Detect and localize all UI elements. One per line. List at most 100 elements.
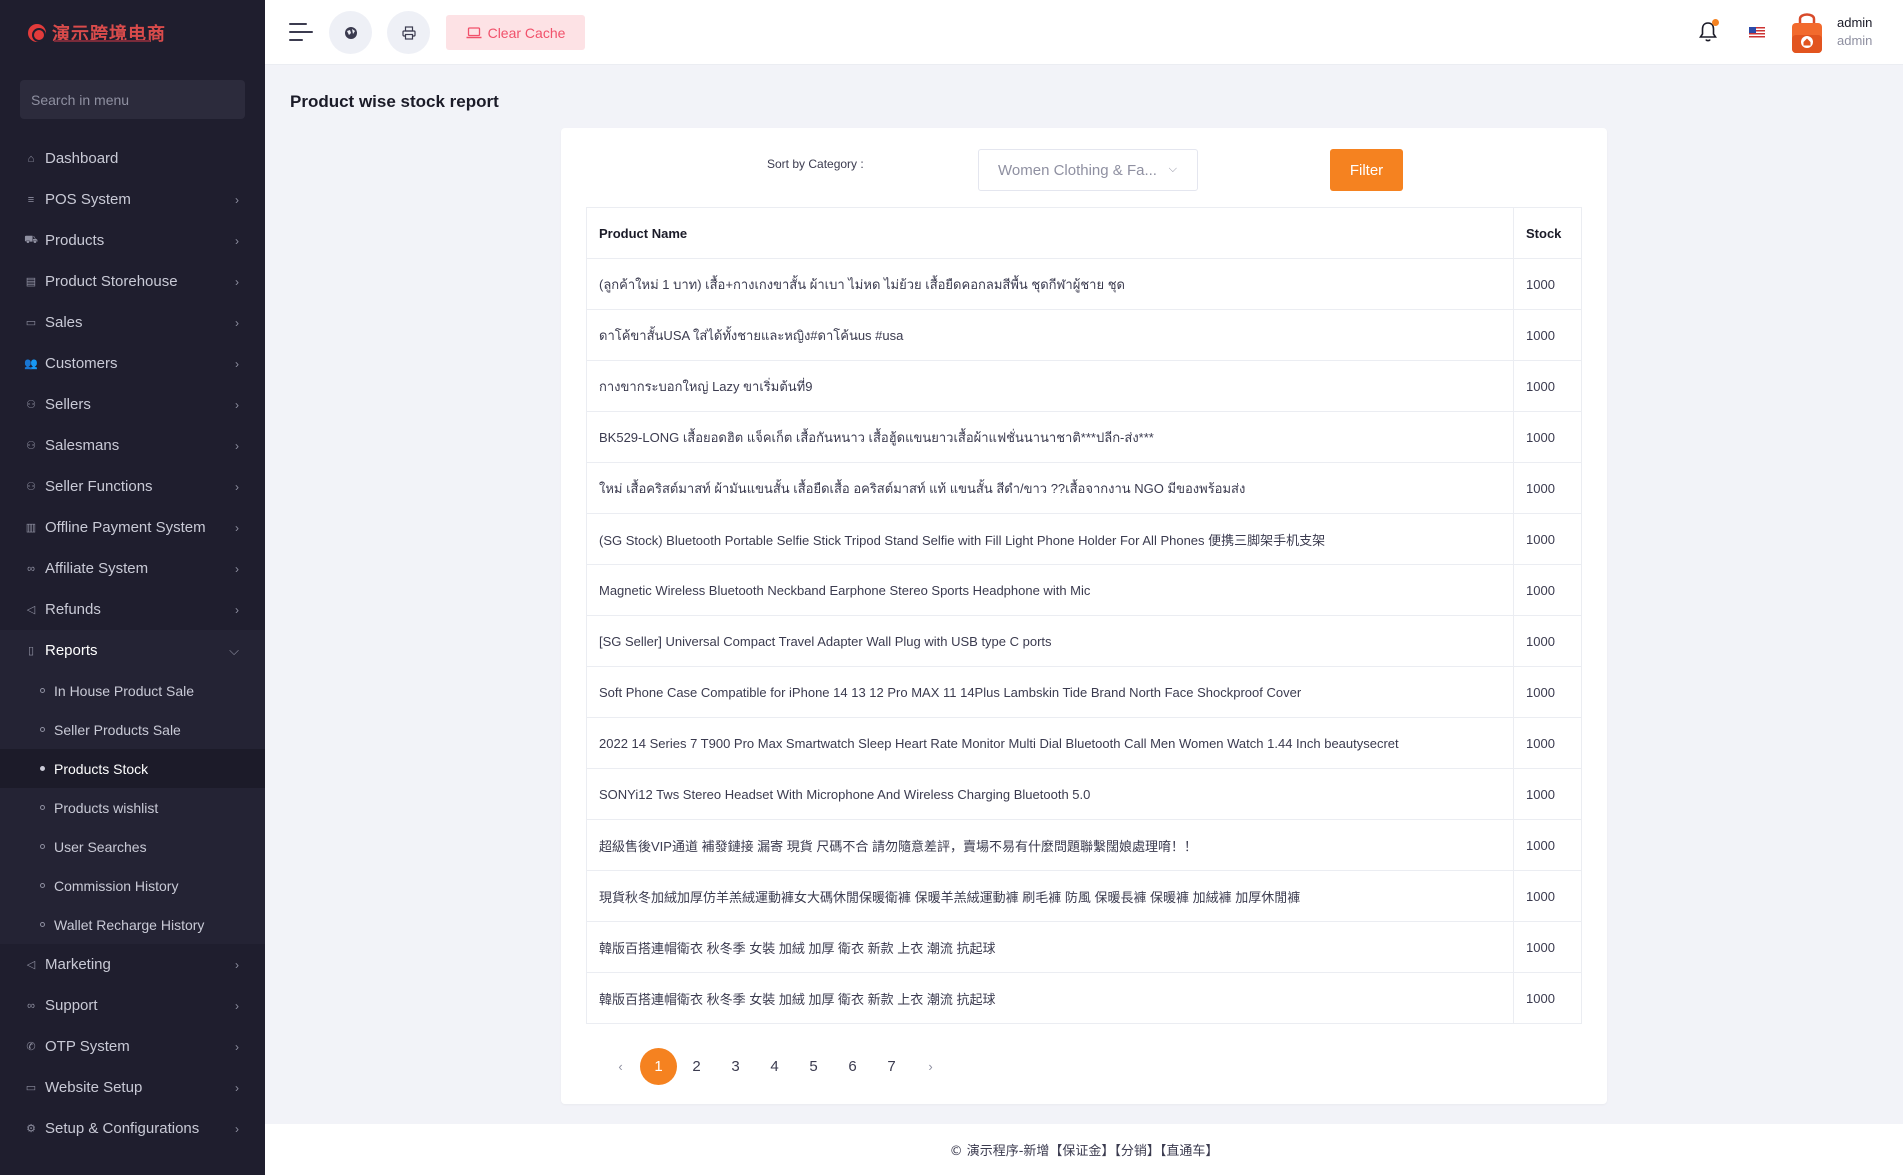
chevron-right-icon: › (235, 1039, 239, 1054)
pagination-prev-button[interactable]: ‹ (601, 1048, 640, 1085)
product-name-cell: 韓版百搭連帽衛衣 秋冬季 女裝 加絨 加厚 衛衣 新款 上衣 潮流 抗起球 (586, 972, 1514, 1024)
sidebar-item-label: Product Storehouse (45, 273, 178, 290)
sidebar-item-label: Sales (45, 314, 83, 331)
us-flag-icon[interactable] (1749, 27, 1765, 38)
stock-header: Stock (1513, 207, 1582, 259)
brand-logo[interactable]: 演示跨境电商 (0, 0, 265, 65)
sidebar-item-dashboard[interactable]: ⌂ Dashboard (0, 138, 265, 179)
sidebar-item-label: Seller Functions (45, 478, 153, 495)
pagination-page-6[interactable]: 6 (833, 1048, 872, 1085)
logo-icon (28, 23, 46, 42)
globe-button[interactable] (329, 11, 372, 54)
sidebar-item-affiliate-system[interactable]: ∞ Affiliate System › (0, 548, 265, 589)
bullet-icon (40, 883, 45, 888)
sidebar-subitem-in-house-product-sale[interactable]: In House Product Sale (0, 671, 265, 710)
category-select-value: Women Clothing & Fa... (998, 161, 1157, 179)
pagination-page-3[interactable]: 3 (716, 1048, 755, 1085)
page-title: Product wise stock report (290, 92, 499, 111)
filter-button[interactable]: Filter (1330, 149, 1403, 191)
sidebar-item-website-setup[interactable]: ▭ Website Setup › (0, 1067, 265, 1108)
clear-cache-label: Clear Cache (487, 24, 566, 41)
sidebar-item-label: Offline Payment System (45, 519, 206, 536)
sidebar-subitem-commission-history[interactable]: Commission History (0, 866, 265, 905)
storehouse-icon: ▤ (25, 276, 37, 288)
chevron-right-icon: › (235, 998, 239, 1013)
sidebar-subitem-seller-products-sale[interactable]: Seller Products Sale (0, 710, 265, 749)
sidebar-item-reports[interactable]: ▯ Reports ⌵ (0, 630, 265, 671)
chevron-down-icon: ⌵ (229, 642, 239, 658)
avatar[interactable] (1790, 11, 1824, 54)
chevron-right-icon: › (235, 397, 239, 412)
product-name-cell: ใหม่ เสื้อคริสต์มาสท์ ผ้ามันแขนสั้น เสื้… (586, 462, 1514, 514)
sidebar-item-seller-functions[interactable]: ⚇ Seller Functions › (0, 466, 265, 507)
bullet-icon (40, 766, 45, 771)
sidebar-subitem-label: In House Product Sale (54, 682, 195, 699)
sidebar-item-label: Website Setup (45, 1079, 143, 1096)
pagination-page-2[interactable]: 2 (677, 1048, 716, 1085)
sidebar-item-label: Setup & Configurations (45, 1120, 200, 1137)
laptop-icon (466, 26, 482, 38)
pagination-page-1[interactable]: 1 (640, 1048, 677, 1085)
sidebar-item-label: Salesmans (45, 437, 120, 454)
sidebar-item-sales[interactable]: ▭ Sales › (0, 302, 265, 343)
sidebar-subitem-products-wishlist[interactable]: Products wishlist (0, 788, 265, 827)
sidebar-item-otp-system[interactable]: ✆ OTP System › (0, 1026, 265, 1067)
sidebar-item-label: Reports (45, 642, 98, 659)
pagination-page-7[interactable]: 7 (872, 1048, 911, 1085)
stock-cell: 1000 (1513, 360, 1582, 412)
table-row: [SG Seller] Universal Compact Travel Ada… (586, 615, 1582, 667)
table-row: (ลูกค้าใหม่ 1 บาท) เสื้อ+กางเกงขาสั้น ผ้… (586, 258, 1582, 310)
sidebar-item-products[interactable]: ⛟ Products › (0, 220, 265, 261)
bullet-icon (40, 727, 45, 732)
chevron-right-icon: › (235, 957, 239, 972)
sidebar-item-sellers[interactable]: ⚇ Sellers › (0, 384, 265, 425)
sidebar-subitem-label: User Searches (54, 838, 147, 855)
sidebar-item-setup-configurations[interactable]: ⚙ Setup & Configurations › (0, 1108, 265, 1149)
stock-cell: 1000 (1513, 921, 1582, 973)
sidebar-subitem-products-stock[interactable]: Products Stock (0, 749, 265, 788)
pagination-next-button[interactable]: › (911, 1048, 950, 1085)
stock-cell: 1000 (1513, 819, 1582, 871)
table-row: ใหม่ เสื้อคริสต์มาสท์ ผ้ามันแขนสั้น เสื้… (586, 462, 1582, 514)
pagination: ‹ 1 2 3 4 5 6 7 › (601, 1048, 950, 1085)
stock-cell: 1000 (1513, 768, 1582, 820)
sidebar-item-offline-payment-system[interactable]: ▥ Offline Payment System › (0, 507, 265, 548)
user-name[interactable]: admin (1837, 15, 1872, 30)
sidebar-subitem-user-searches[interactable]: User Searches (0, 827, 265, 866)
pagination-page-4[interactable]: 4 (755, 1048, 794, 1085)
sidebar-item-customers[interactable]: 👥 Customers › (0, 343, 265, 384)
clear-cache-button[interactable]: Clear Cache (446, 15, 585, 50)
sidebar-item-support[interactable]: ∞ Support › (0, 985, 265, 1026)
stock-cell: 1000 (1513, 309, 1582, 361)
sidebar-item-label: Affiliate System (45, 560, 149, 577)
print-button[interactable] (387, 11, 430, 54)
sidebar-subitem-wallet-recharge-history[interactable]: Wallet Recharge History (0, 905, 265, 944)
menu-toggle-button[interactable] (289, 23, 313, 41)
menu-search-wrap (0, 65, 265, 119)
sidebar-item-label: POS System (45, 191, 131, 208)
chevron-right-icon: › (235, 274, 239, 289)
sidebar-item-label: Refunds (45, 601, 101, 618)
table-row: 韓版百搭連帽衛衣 秋冬季 女裝 加絨 加厚 衛衣 新款 上衣 潮流 抗起球 100… (586, 972, 1582, 1024)
sidebar-item-refunds[interactable]: ◁ Refunds › (0, 589, 265, 630)
menu-search-input[interactable] (20, 80, 245, 119)
user-icon: ⚇ (26, 399, 36, 411)
category-select[interactable]: Women Clothing & Fa... ⌵ (978, 149, 1198, 191)
table-row: 韓版百搭連帽衛衣 秋冬季 女裝 加絨 加厚 衛衣 新款 上衣 潮流 抗起球 100… (586, 921, 1582, 973)
home-icon: ⌂ (27, 152, 35, 165)
sidebar-subitem-label: Seller Products Sale (54, 721, 181, 738)
stock-cell: 1000 (1513, 513, 1582, 565)
pagination-page-5[interactable]: 5 (794, 1048, 833, 1085)
sidebar-item-marketing[interactable]: ◁ Marketing › (0, 944, 265, 985)
bullhorn-icon: ◁ (26, 959, 36, 971)
bullet-icon (40, 922, 45, 927)
link-icon: ∞ (27, 999, 35, 1012)
sidebar-item-pos-system[interactable]: ≡ POS System › (0, 179, 265, 220)
users-icon: 👥 (24, 358, 38, 370)
sidebar-item-salesmans[interactable]: ⚇ Salesmans › (0, 425, 265, 466)
product-name-cell: (SG Stock) Bluetooth Portable Selfie Sti… (586, 513, 1514, 565)
chevron-right-icon: › (235, 1080, 239, 1095)
sidebar-item-product-storehouse[interactable]: ▤ Product Storehouse › (0, 261, 265, 302)
reports-submenu: In House Product Sale Seller Products Sal… (0, 671, 265, 944)
file-icon: ▯ (27, 645, 35, 657)
